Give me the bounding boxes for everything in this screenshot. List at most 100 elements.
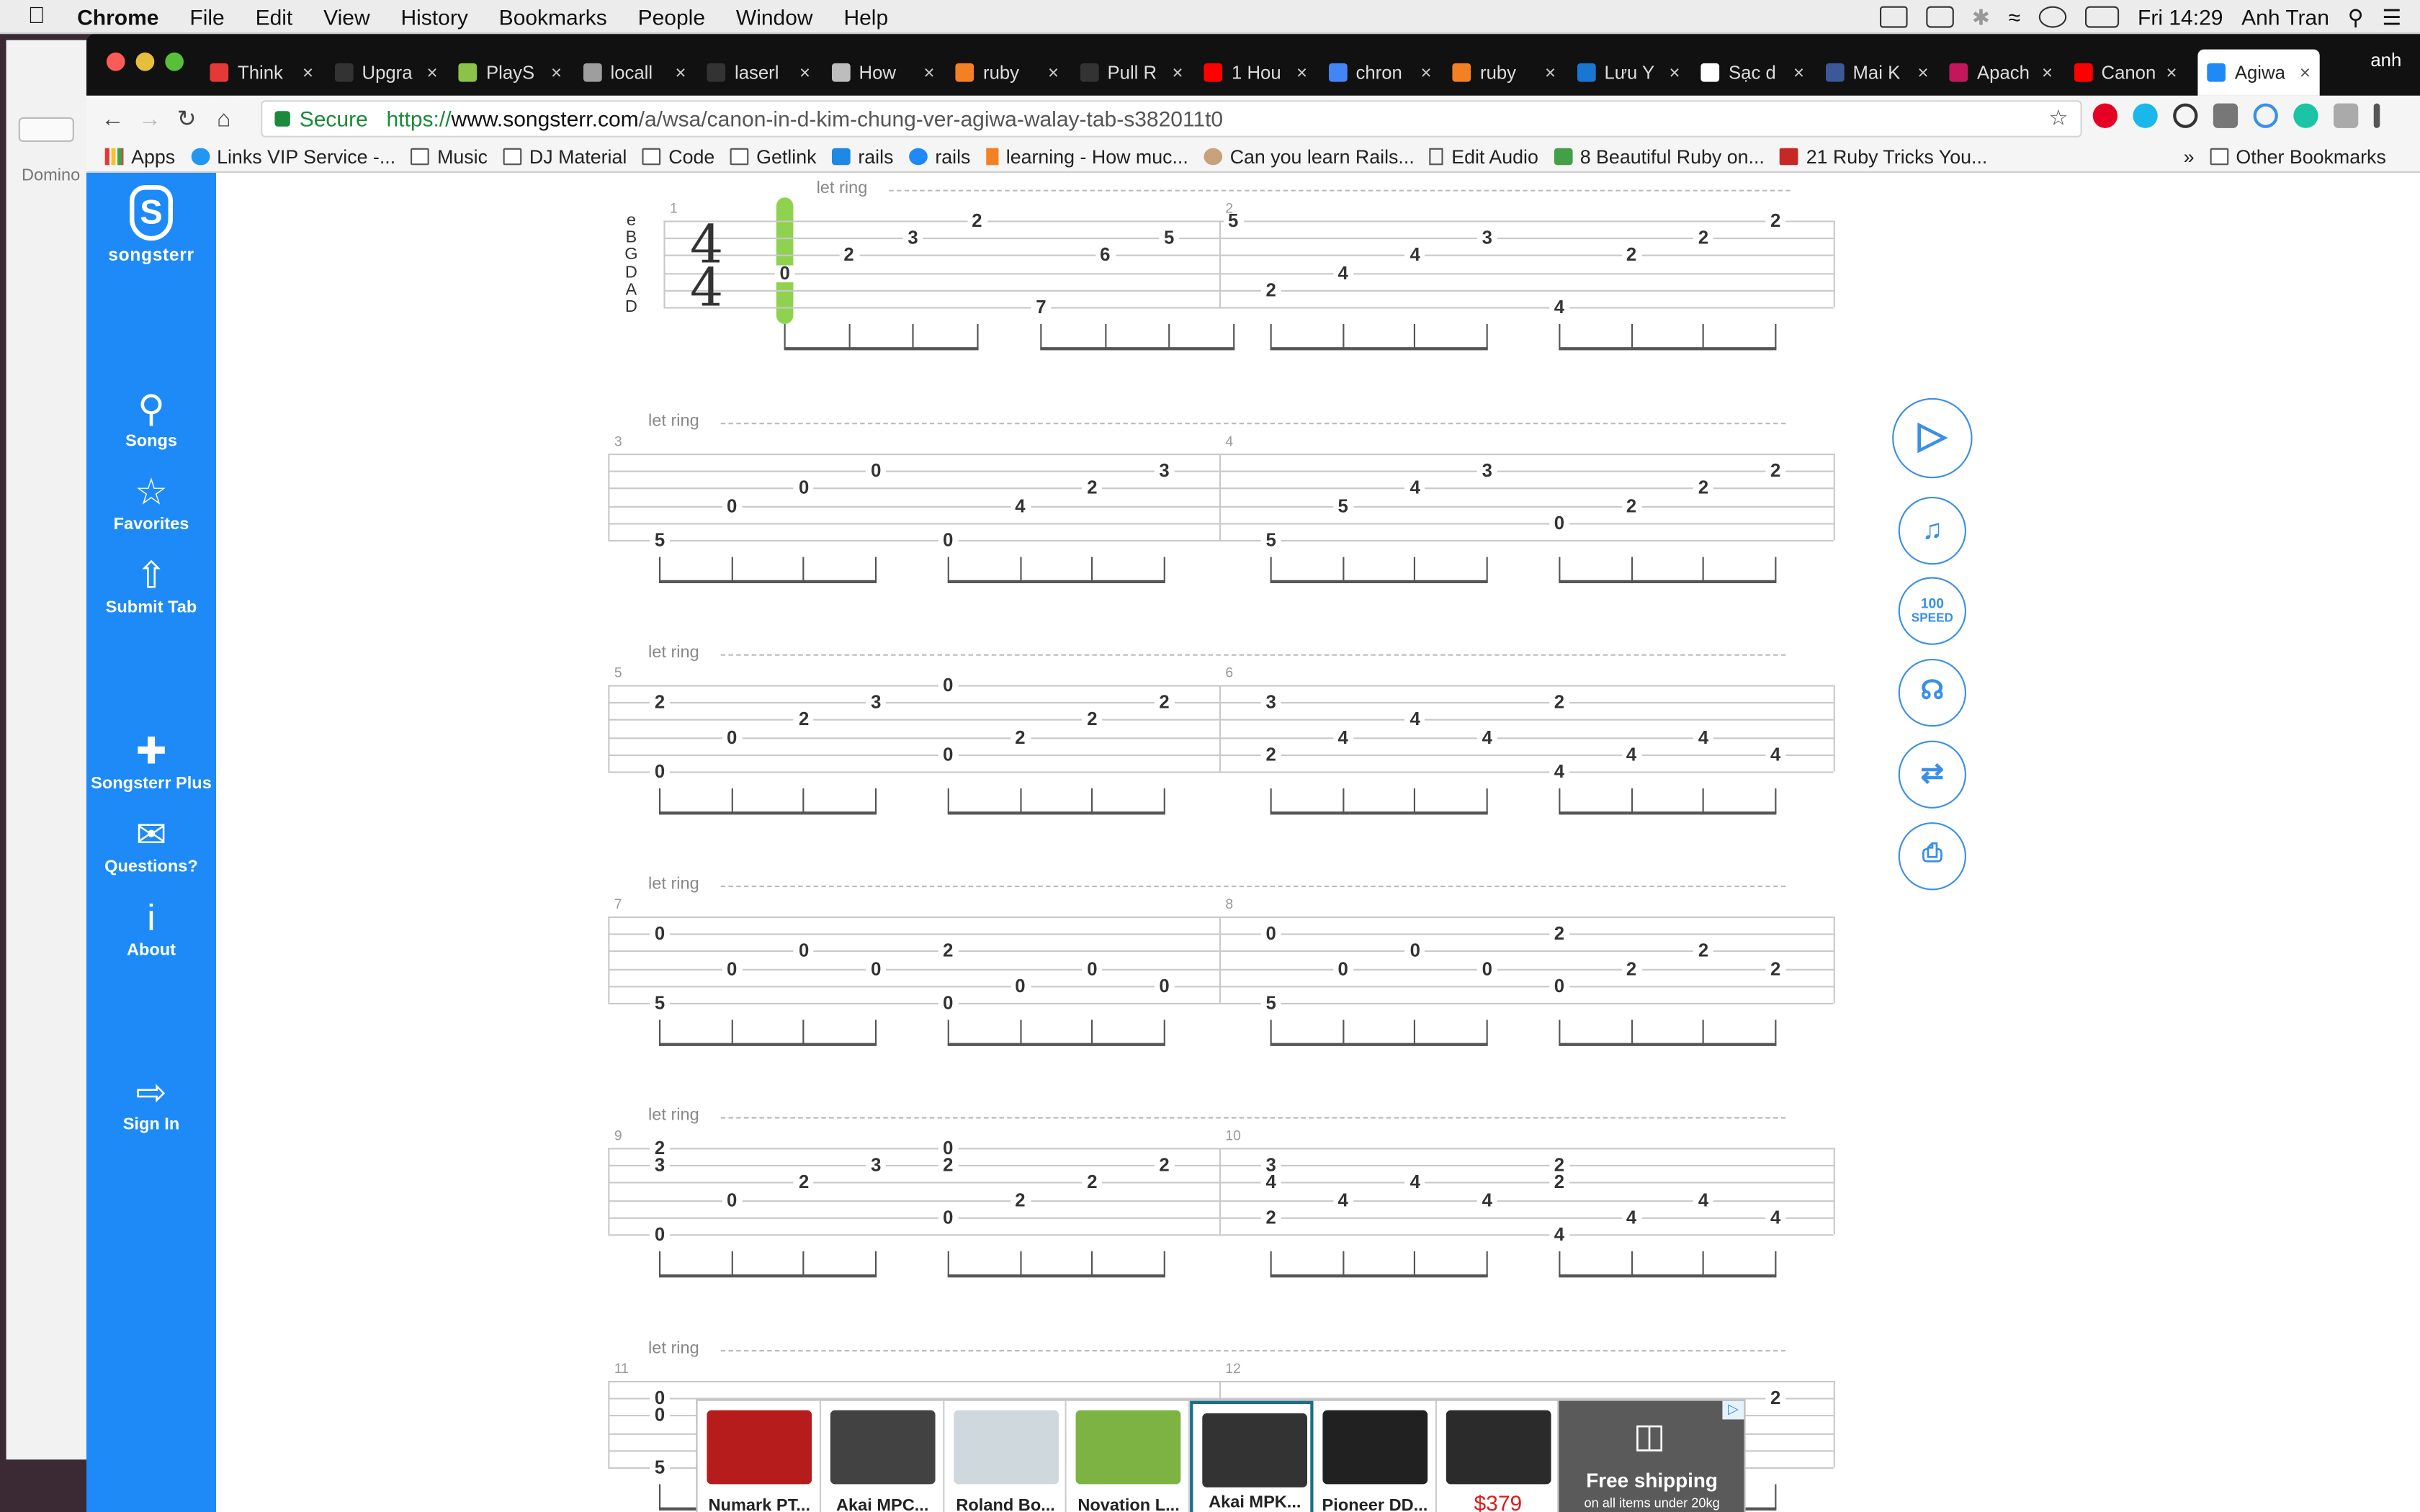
- home-icon[interactable]: ⌂: [205, 106, 242, 132]
- playback-cursor[interactable]: [776, 197, 794, 324]
- fret-number[interactable]: 2: [938, 1156, 959, 1174]
- menu-people[interactable]: People: [638, 4, 705, 28]
- extension-m-icon[interactable]: [2293, 103, 2318, 128]
- browser-tab[interactable]: How ×: [830, 50, 935, 96]
- fret-number[interactable]: 0: [650, 1225, 670, 1244]
- fret-number[interactable]: 4: [1332, 1190, 1353, 1210]
- fret-number[interactable]: 5: [1332, 496, 1353, 515]
- ad-item-roland[interactable]: Roland Bo...: [944, 1400, 1067, 1512]
- fret-number[interactable]: 0: [1332, 959, 1353, 978]
- bookmark-ruby-on[interactable]: 8 Beautiful Ruby on...: [1554, 146, 1765, 168]
- ad-item-numark[interactable]: Numark PT...: [697, 1400, 821, 1512]
- fret-number[interactable]: 2: [1260, 281, 1281, 299]
- fret-number[interactable]: 0: [866, 462, 887, 480]
- sidebar-item-questions[interactable]: ✉ Questions?: [86, 814, 216, 876]
- vimeo-icon[interactable]: [2133, 103, 2158, 128]
- browser-tab[interactable]: ruby ×: [1452, 50, 1556, 96]
- fret-number[interactable]: 2: [1154, 693, 1175, 712]
- fret-number[interactable]: 4: [1765, 1207, 1786, 1227]
- bookmark-apps[interactable]: Apps: [104, 146, 175, 168]
- headphones-icon[interactable]: ☊: [1898, 659, 1966, 727]
- fret-number[interactable]: 2: [938, 942, 959, 960]
- fret-number[interactable]: 2: [1010, 1190, 1031, 1210]
- target-extension-icon[interactable]: [2173, 103, 2198, 128]
- tab-close-icon[interactable]: ×: [1296, 62, 1307, 84]
- fret-number[interactable]: 5: [650, 531, 670, 549]
- tab-close-icon[interactable]: ×: [1048, 62, 1059, 84]
- fret-number[interactable]: 5: [650, 994, 670, 1012]
- browser-tab[interactable]: Mai K ×: [1824, 50, 1929, 96]
- menu-window[interactable]: Window: [736, 4, 813, 28]
- fret-number[interactable]: 3: [1476, 462, 1497, 480]
- fret-number[interactable]: 0: [938, 1207, 959, 1227]
- fret-number[interactable]: 4: [1621, 745, 1641, 763]
- bookmark-rails-1[interactable]: rails: [831, 146, 893, 168]
- fret-number[interactable]: 7: [1031, 298, 1052, 316]
- fret-number[interactable]: 0: [1549, 513, 1569, 532]
- fret-number[interactable]: 4: [1621, 1207, 1641, 1227]
- react-icon[interactable]: [2253, 103, 2278, 128]
- bookmark-edit-audio[interactable]: Edit Audio: [1430, 146, 1538, 168]
- fret-number[interactable]: 2: [838, 246, 859, 264]
- tab-close-icon[interactable]: ×: [2300, 62, 2311, 84]
- fret-number[interactable]: 0: [722, 728, 743, 747]
- instrument-button[interactable]: ♫: [1898, 497, 1966, 565]
- browser-tab[interactable]: ruby ×: [955, 50, 1059, 96]
- fret-number[interactable]: 0: [1549, 976, 1569, 995]
- fret-number[interactable]: 5: [1260, 531, 1281, 549]
- adchoices-icon[interactable]: ▷: [1722, 1400, 1744, 1420]
- fret-number[interactable]: 5: [1260, 994, 1281, 1012]
- fret-number[interactable]: 4: [1332, 264, 1353, 282]
- menu-help[interactable]: Help: [843, 4, 888, 28]
- extension-square-icon[interactable]: [2334, 103, 2359, 128]
- fret-number[interactable]: 0: [938, 745, 959, 763]
- fret-number[interactable]: 4: [1332, 728, 1353, 747]
- bookmark-dj-material[interactable]: DJ Material: [503, 146, 627, 168]
- sidebar-item-about[interactable]: i About: [86, 898, 216, 960]
- fret-number[interactable]: 3: [866, 693, 887, 712]
- fret-number[interactable]: 2: [1765, 1389, 1786, 1408]
- fret-number[interactable]: 4: [1404, 246, 1425, 264]
- sidebar-item-submit-tab[interactable]: ⇧ Submit Tab: [86, 555, 216, 617]
- fret-number[interactable]: 0: [938, 676, 959, 695]
- docker-icon[interactable]: [1879, 6, 1907, 28]
- bookmark-learning[interactable]: learning - How muc...: [985, 146, 1188, 168]
- fret-number[interactable]: 3: [866, 1156, 887, 1174]
- fret-number[interactable]: 5: [650, 1458, 670, 1477]
- bookmark-code[interactable]: Code: [642, 146, 714, 168]
- fret-number[interactable]: 0: [650, 1406, 670, 1425]
- browser-tab[interactable]: Sạc d ×: [1700, 50, 1804, 96]
- browser-tab[interactable]: 1 Hou ×: [1204, 50, 1307, 96]
- menu-app-name[interactable]: Chrome: [77, 4, 158, 28]
- fret-number[interactable]: 0: [722, 496, 743, 515]
- tab-close-icon[interactable]: ×: [427, 62, 438, 84]
- fret-number[interactable]: 4: [1693, 728, 1713, 747]
- product-ad-banner[interactable]: Numark PT... Akai MPC... Roland Bo... No…: [696, 1399, 1746, 1512]
- fret-number[interactable]: 4: [1765, 745, 1786, 763]
- ad-item-novation[interactable]: Novation L...: [1067, 1400, 1191, 1512]
- tab-close-icon[interactable]: ×: [551, 62, 562, 84]
- close-window-button[interactable]: [106, 52, 125, 71]
- ad-item-akai-mpc[interactable]: Akai MPC...: [820, 1400, 944, 1512]
- reload-icon[interactable]: ↻: [169, 105, 205, 132]
- sidebar-item-sign-in[interactable]: ⇨ Sign In: [86, 1072, 216, 1134]
- fret-number[interactable]: 0: [794, 942, 815, 960]
- fret-number[interactable]: 2: [1549, 693, 1569, 712]
- tab-close-icon[interactable]: ×: [1918, 62, 1929, 84]
- fret-number[interactable]: 4: [1549, 1225, 1569, 1244]
- sidebar-item-favorites[interactable]: ☆ Favorites: [86, 472, 216, 534]
- fret-number[interactable]: 3: [902, 229, 923, 248]
- sidebar-toggle-icon[interactable]: [18, 117, 74, 143]
- menu-view[interactable]: View: [323, 4, 369, 28]
- fret-number[interactable]: 2: [1549, 924, 1569, 943]
- fret-number[interactable]: 0: [722, 959, 743, 978]
- fret-number[interactable]: 2: [1693, 229, 1713, 248]
- fret-number[interactable]: 2: [1765, 959, 1786, 978]
- address-bar[interactable]: Secure https://www.songsterr.com/a/wsa/c…: [261, 100, 2082, 138]
- loop-icon[interactable]: ⇄: [1898, 740, 1966, 809]
- tab-close-icon[interactable]: ×: [924, 62, 935, 84]
- print-icon[interactable]: ⎙: [1898, 822, 1966, 891]
- browser-tab[interactable]: chron ×: [1327, 50, 1432, 96]
- ad-item-price[interactable]: $379: [1436, 1400, 1560, 1512]
- bookmark-rails-2[interactable]: rails: [908, 146, 970, 168]
